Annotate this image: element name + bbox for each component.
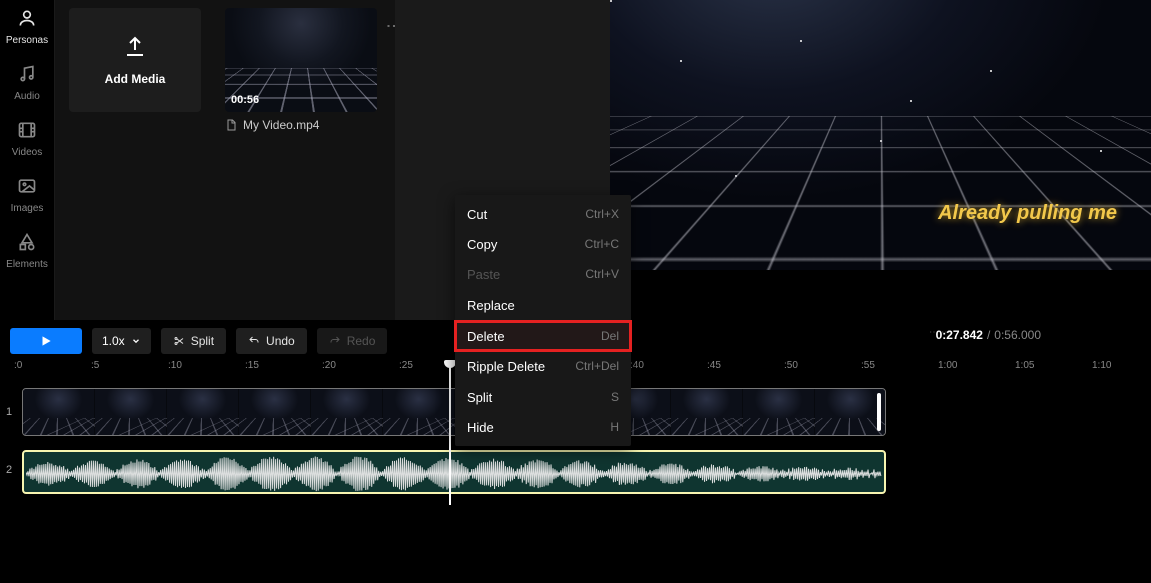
waveform	[26, 454, 882, 494]
music-note-icon	[17, 64, 37, 87]
sidebar-label: Images	[11, 203, 44, 214]
menu-item-label: Paste	[467, 267, 500, 282]
menu-item-shortcut: Ctrl+Del	[575, 359, 619, 373]
context-menu-item-hide[interactable]: Hide H	[455, 412, 631, 442]
media-thumbnail: 00:56	[225, 8, 377, 112]
file-icon	[225, 119, 237, 131]
sidebar-item-videos[interactable]: Videos	[12, 120, 42, 158]
context-menu-item-replace[interactable]: Replace	[455, 290, 631, 320]
sidebar-label: Audio	[14, 91, 40, 102]
clip-trim-handle-right[interactable]	[877, 393, 881, 431]
track-number: 1	[6, 406, 12, 418]
redo-icon	[329, 335, 341, 347]
upload-icon	[123, 35, 147, 62]
menu-item-shortcut: S	[611, 390, 619, 404]
video-clip[interactable]	[22, 388, 886, 436]
ruler-tick: :10	[168, 360, 182, 371]
ruler-tick: :40	[630, 360, 644, 371]
context-menu: Cut Ctrl+X Copy Ctrl+C Paste Ctrl+V Replace Del…	[455, 195, 631, 446]
undo-icon	[248, 335, 260, 347]
sidebar-label: Personas	[6, 35, 48, 46]
sidebar-item-elements[interactable]: Elements	[6, 232, 48, 270]
ruler-tick: 1:00	[938, 360, 957, 371]
image-icon	[17, 176, 37, 199]
menu-item-shortcut: Ctrl+V	[585, 267, 619, 281]
menu-item-label: Copy	[467, 237, 497, 252]
media-item[interactable]: 00:56 My Video.mp4 ⋮	[225, 8, 377, 132]
play-icon	[39, 334, 53, 348]
duration-badge: 00:56	[231, 94, 259, 106]
preview-viewport[interactable]: Already pulling me	[610, 0, 1151, 270]
menu-item-label: Ripple Delete	[467, 359, 545, 374]
media-panel: Add Media 00:56 My Video.mp4 ⋮	[55, 0, 395, 320]
shapes-icon	[17, 232, 37, 255]
preview-subtitle: Already pulling me	[938, 202, 1117, 225]
left-sidebar: Personas Audio Videos Images Elements	[0, 0, 55, 320]
context-menu-item-paste: Paste Ctrl+V	[455, 259, 631, 289]
context-menu-item-delete[interactable]: Delete Del	[455, 321, 631, 351]
ruler-tick: :45	[707, 360, 721, 371]
speed-selector[interactable]: 1.0x	[92, 328, 151, 354]
scissors-icon	[173, 335, 185, 347]
menu-item-label: Hide	[467, 420, 494, 435]
sidebar-item-audio[interactable]: Audio	[14, 64, 40, 102]
menu-item-shortcut: Del	[601, 329, 619, 343]
menu-item-shortcut: Ctrl+C	[585, 237, 619, 251]
ruler-tick: :50	[784, 360, 798, 371]
context-menu-item-split[interactable]: Split S	[455, 382, 631, 412]
play-button[interactable]	[10, 328, 82, 354]
track-number: 2	[6, 464, 12, 476]
sidebar-item-images[interactable]: Images	[11, 176, 44, 214]
add-media-label: Add Media	[105, 72, 166, 86]
split-button[interactable]: Split	[161, 328, 226, 354]
ruler-tick: :20	[322, 360, 336, 371]
audio-clip[interactable]	[22, 450, 886, 494]
menu-item-label: Cut	[467, 207, 487, 222]
menu-item-label: Replace	[467, 298, 515, 313]
redo-label: Redo	[347, 334, 376, 348]
total-duration: 0:56.000	[994, 328, 1041, 342]
ruler-tick: :25	[399, 360, 413, 371]
chevron-down-icon	[131, 336, 141, 346]
playhead[interactable]	[449, 365, 451, 505]
ruler-tick: 1:05	[1015, 360, 1034, 371]
speed-value: 1.0x	[102, 334, 125, 348]
sidebar-item-personas[interactable]: Personas	[6, 8, 48, 46]
sidebar-label: Elements	[6, 259, 48, 270]
media-filename: My Video.mp4	[225, 118, 377, 132]
undo-button[interactable]: Undo	[236, 328, 307, 354]
menu-item-label: Split	[467, 390, 492, 405]
ruler-tick: :15	[245, 360, 259, 371]
ruler-tick: :5	[91, 360, 99, 371]
context-menu-item-copy[interactable]: Copy Ctrl+C	[455, 229, 631, 259]
current-time: 0:27.842	[936, 328, 983, 342]
timecode-display: 0:27.842 / 0:56.000	[936, 328, 1041, 342]
sidebar-label: Videos	[12, 147, 42, 158]
ruler-tick: :0	[14, 360, 22, 371]
undo-label: Undo	[266, 334, 295, 348]
redo-button: Redo	[317, 328, 388, 354]
menu-item-label: Delete	[467, 329, 505, 344]
person-icon	[17, 8, 37, 31]
ruler-tick: :55	[861, 360, 875, 371]
context-menu-item-ripple-delete[interactable]: Ripple Delete Ctrl+Del	[455, 351, 631, 381]
menu-item-shortcut: Ctrl+X	[585, 207, 619, 221]
film-icon	[17, 120, 37, 143]
context-menu-item-cut[interactable]: Cut Ctrl+X	[455, 199, 631, 229]
split-label: Split	[191, 334, 214, 348]
ruler-tick: 1:10	[1092, 360, 1111, 371]
add-media-button[interactable]: Add Media	[69, 8, 201, 112]
menu-item-shortcut: H	[610, 420, 619, 434]
